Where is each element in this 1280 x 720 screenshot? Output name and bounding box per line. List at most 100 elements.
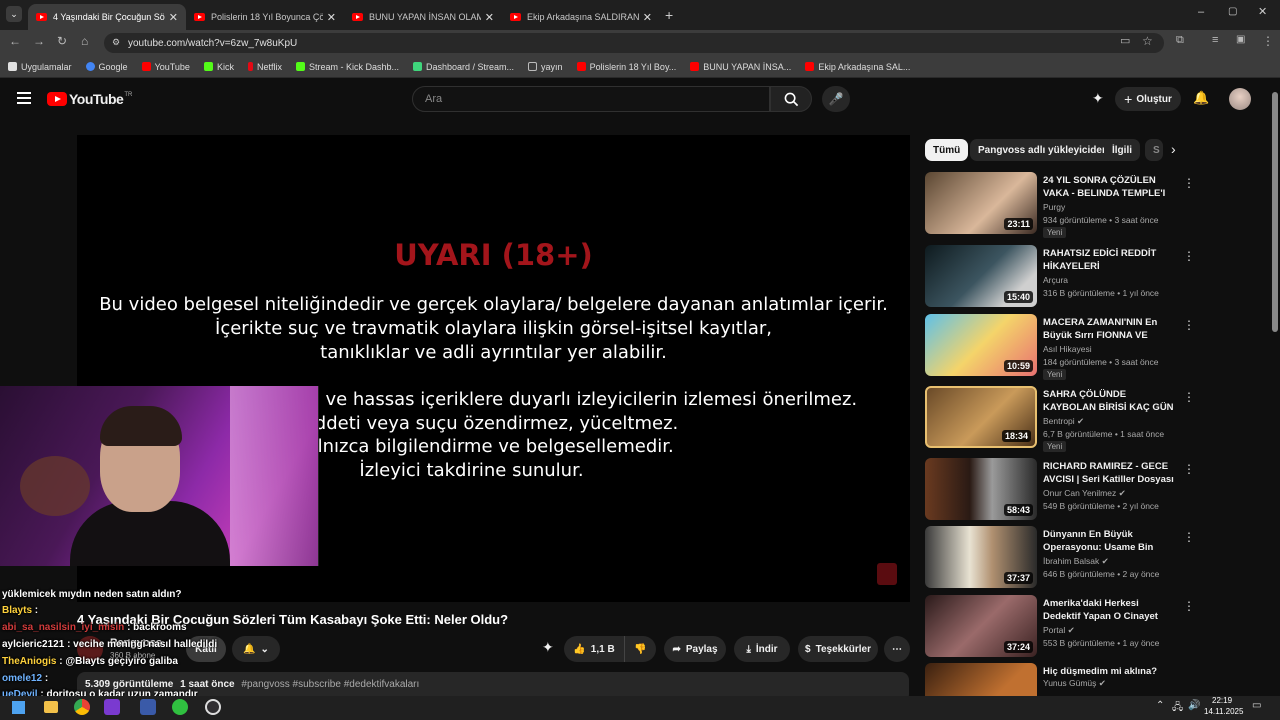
chip-more[interactable]: S [1145, 139, 1163, 161]
creator-studio-icon[interactable]: ✦ [1092, 90, 1104, 107]
webcam-overlay [0, 386, 319, 566]
dislike-button[interactable]: 👎 [624, 636, 656, 662]
bookmark-folder-yayin[interactable]: yayın [528, 62, 563, 72]
more-dots-icon[interactable]: ⋮ [1183, 390, 1195, 404]
new-tab-button[interactable]: + [665, 7, 673, 23]
page-scrollbar[interactable] [1272, 92, 1278, 332]
volume-icon[interactable]: 🔊 [1188, 700, 1200, 711]
tab-search-button[interactable]: ⌄ [6, 6, 22, 22]
reading-list-icon[interactable]: ≡ [1212, 34, 1218, 46]
more-dots-icon[interactable]: ⋮ [1183, 530, 1195, 544]
chip-all[interactable]: Tümü [925, 139, 969, 161]
like-button[interactable]: 👍 1,1 B [564, 636, 624, 662]
app-icon[interactable] [172, 699, 188, 715]
chat-message: omele12 : [2, 673, 49, 684]
more-dots-icon[interactable]: ⋮ [1183, 667, 1185, 681]
video-thumbnail[interactable]: 10:59 [925, 314, 1037, 376]
video-thumbnail[interactable]: 37:24 [925, 595, 1037, 657]
recommended-video[interactable]: 37:24 Amerika'daki Herkesi Dedektif Yapa… [925, 595, 1195, 657]
thanks-button[interactable]: $ Teşekkürler [798, 636, 878, 662]
close-icon[interactable]: ✕ [169, 11, 178, 24]
recommended-video[interactable]: 37:37 Dünyanın En Büyük Operasyonu: Usam… [925, 526, 1195, 588]
home-icon[interactable]: ⌂ [81, 34, 88, 48]
recommended-video[interactable]: Hiç düşmedim mi aklına? Yunus Gümüş ✔ ⋮ [925, 663, 1185, 696]
chevron-right-icon[interactable]: › [1171, 141, 1176, 157]
browser-tab-2[interactable]: Polislerin 18 Yıl Boyunca Çözemediği✕ [186, 4, 344, 30]
subscribed-notifications-button[interactable]: 🔔 ⌄ [232, 636, 280, 662]
address-bar[interactable]: ⚙ youtube.com/watch?v=6zw_7w8uKpU [104, 33, 1164, 53]
voice-search-button[interactable]: 🎤 [822, 86, 850, 112]
profile-icon[interactable]: ▣ [1236, 34, 1245, 45]
hamburger-menu-icon[interactable] [17, 92, 31, 104]
close-icon[interactable]: ✕ [327, 11, 336, 24]
video-thumbnail[interactable]: 37:37 [925, 526, 1037, 588]
bookmark-star-icon[interactable]: ☆ [1142, 34, 1153, 48]
youtube-icon [194, 13, 205, 21]
hashtags[interactable]: #pangvoss #subscribe #dedektifvakaları [241, 679, 419, 690]
notification-center-icon[interactable]: ▭ [1252, 700, 1261, 711]
bookmark-kick[interactable]: Kick [203, 62, 234, 72]
bookmark-apps[interactable]: Uygulamalar [8, 62, 72, 72]
youtube-logo[interactable]: YouTube TR [47, 91, 132, 107]
more-dots-icon[interactable]: ⋮ [1183, 249, 1195, 263]
clock-time[interactable]: 22:19 [1212, 696, 1232, 705]
network-icon[interactable]: 🖧 [1172, 700, 1183, 717]
browser-tab-3[interactable]: BUNU YAPAN İNSAN OLAMAZ!!✕ [344, 4, 502, 30]
recommended-video[interactable]: 23:11 24 YIL SONRA ÇÖZÜLEN VAKA - BELIND… [925, 172, 1195, 238]
video-thumbnail[interactable] [925, 663, 1037, 696]
bookmark-netflix[interactable]: Netflix [247, 62, 282, 72]
tray-chevron-up-icon[interactable]: ⌃ [1156, 700, 1164, 711]
search-button[interactable] [770, 86, 812, 112]
bookmark-video-3[interactable]: Ekip Arkadaşına SAL... [805, 62, 910, 72]
more-dots-icon[interactable]: ⋮ [1183, 318, 1195, 332]
maximize-button[interactable]: ▢ [1228, 6, 1237, 17]
search-input[interactable]: Ara [412, 86, 770, 112]
ask-ai-icon[interactable]: ✦ [542, 639, 554, 656]
more-dots-icon[interactable]: ⋮ [1183, 599, 1195, 613]
menu-dots-icon[interactable]: ⋮ [1262, 34, 1274, 48]
bookmark-video-1[interactable]: Polislerin 18 Yıl Boy... [576, 62, 676, 72]
file-explorer-icon[interactable] [44, 701, 58, 713]
bookmark-google[interactable]: Google [85, 62, 128, 72]
close-icon[interactable]: ✕ [485, 11, 494, 24]
notifications-bell-icon[interactable]: 🔔 [1193, 90, 1209, 106]
obs-icon[interactable] [205, 699, 221, 715]
chip-from-uploader[interactable]: Pangvoss adlı yükleyiciden [970, 139, 1117, 161]
extensions-icon[interactable]: ⧉ [1176, 34, 1184, 47]
video-thumbnail[interactable]: 18:34 [925, 386, 1037, 448]
bookmark-youtube[interactable]: YouTube [141, 62, 190, 72]
app-icon[interactable] [140, 699, 156, 715]
more-actions-button[interactable]: ⋯ [884, 636, 910, 662]
bookmark-video-2[interactable]: BUNU YAPAN İNSA... [690, 62, 791, 72]
chrome-icon[interactable] [74, 699, 90, 715]
avatar[interactable] [1229, 88, 1251, 110]
clock-date[interactable]: 14.11.2025 [1204, 707, 1243, 716]
recommended-video[interactable]: 15:40 RAHATSIZ EDİCİ REDDİT HİKAYELERİ A… [925, 245, 1195, 307]
more-dots-icon[interactable]: ⋮ [1183, 462, 1195, 476]
cast-icon[interactable]: ▭ [1120, 34, 1130, 47]
close-icon[interactable]: ✕ [643, 11, 652, 24]
download-button[interactable]: ⤓ İndir [734, 636, 790, 662]
recommended-video[interactable]: 58:43 RICHARD RAMIREZ - GECE AVCISI | Se… [925, 458, 1195, 520]
recommended-video[interactable]: 10:59 MACERA ZAMANI'NIN En Büyük Sırrı F… [925, 314, 1195, 380]
chip-related[interactable]: İlgili [1104, 139, 1140, 161]
forward-icon[interactable]: → [33, 34, 45, 48]
recommended-video[interactable]: 18:34 SAHRA ÇÖLÜNDE KAYBOLAN BİRİSİ KAÇ … [925, 386, 1195, 452]
video-thumbnail[interactable]: 23:11 [925, 172, 1037, 234]
share-button[interactable]: ➦ Paylaş [664, 636, 726, 662]
window-close-button[interactable]: ✕ [1258, 5, 1267, 18]
create-button[interactable]: + Oluştur [1115, 87, 1181, 111]
start-icon[interactable] [12, 701, 25, 714]
video-thumbnail[interactable]: 15:40 [925, 245, 1037, 307]
site-info-icon[interactable]: ⚙ [112, 37, 120, 48]
browser-tab-1[interactable]: 4 Yaşındaki Bir Çocuğun Sözleri Tüm Kasa… [28, 4, 186, 30]
minimize-button[interactable]: – [1198, 6, 1204, 18]
video-thumbnail[interactable]: 58:43 [925, 458, 1037, 520]
bookmark-stream-dashboard[interactable]: Dashboard / Stream... [413, 62, 514, 72]
bookmark-kick-dashboard[interactable]: Stream - Kick Dashb... [295, 62, 399, 72]
browser-tab-4[interactable]: Ekip Arkadaşına SALDIRAN Polis✕ [502, 4, 660, 30]
app-icon[interactable] [104, 699, 120, 715]
more-dots-icon[interactable]: ⋮ [1183, 176, 1195, 190]
back-icon[interactable]: ← [9, 34, 21, 48]
reload-icon[interactable]: ↻ [57, 34, 67, 48]
